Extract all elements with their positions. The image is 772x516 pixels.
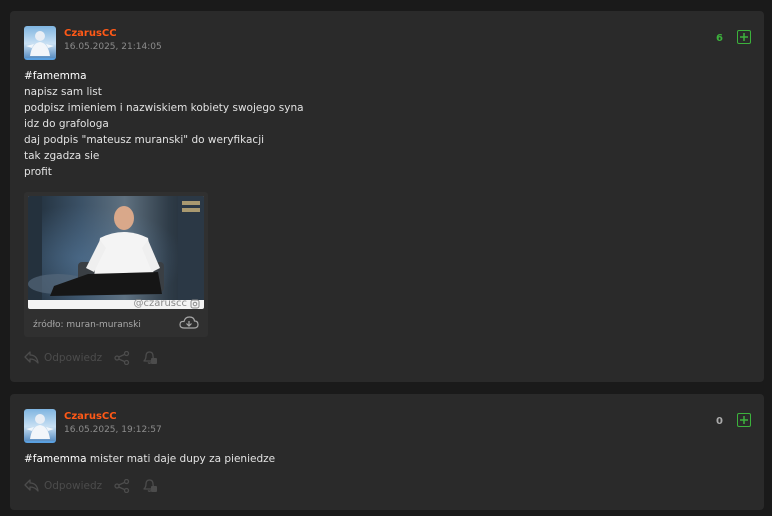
share-icon (114, 478, 130, 493)
embed-image[interactable]: @czaruscc (28, 196, 204, 309)
entry-actions: Odpowiedz (24, 478, 170, 493)
reply-icon (24, 479, 39, 492)
avatar[interactable] (24, 409, 56, 443)
corner-logo (182, 201, 200, 212)
avatar[interactable] (24, 26, 56, 60)
notification-bell-icon (143, 351, 158, 364)
reply-label: Odpowiedz (44, 479, 103, 492)
reply-label: Odpowiedz (44, 351, 103, 364)
embed-card: @czaruscc źródło: muran-muranski (24, 192, 208, 337)
upvote-button[interactable] (737, 30, 751, 44)
download-icon[interactable] (179, 316, 199, 330)
reply-button[interactable]: Odpowiedz (24, 351, 102, 364)
share-button[interactable] (114, 478, 130, 493)
entry-card: CzarusCC 16.05.2025, 21:14:05 6 #famemma… (10, 11, 764, 382)
entry-card: CzarusCC 16.05.2025, 19:12:57 0 #famemma… (10, 394, 764, 510)
upvote-button[interactable] (737, 413, 751, 427)
vote-count: 6 (716, 33, 723, 44)
entry-date: 16.05.2025, 19:12:57 (64, 425, 162, 435)
plus-icon (740, 416, 748, 424)
entry-body: #famemma napisz sam list podpisz imienie… (24, 68, 304, 180)
reply-icon (24, 351, 39, 364)
notification-bell-icon (143, 479, 158, 492)
notification-button[interactable] (142, 350, 158, 365)
entry-body: #famemma mister mati daje dupy za pienie… (24, 451, 275, 467)
hashtag-link[interactable]: #famemma (24, 70, 87, 82)
author-name[interactable]: CzarusCC (64, 28, 117, 39)
share-button[interactable] (114, 350, 130, 365)
entry-date: 16.05.2025, 21:14:05 (64, 42, 162, 52)
notification-button[interactable] (142, 478, 158, 493)
media-source[interactable]: źródło: muran-muranski (33, 320, 141, 330)
reply-button[interactable]: Odpowiedz (24, 479, 102, 492)
hashtag-link[interactable]: #famemma (24, 453, 87, 465)
vote-count: 0 (716, 416, 723, 427)
image-watermark: @czaruscc (133, 298, 200, 309)
plus-icon (740, 33, 748, 41)
entry-actions: Odpowiedz (24, 350, 170, 365)
entry-text: mister mati daje dupy za pieniedze (86, 453, 276, 465)
entry-text: napisz sam list podpisz imieniem i nazwi… (24, 86, 304, 178)
author-name[interactable]: CzarusCC (64, 411, 117, 422)
share-icon (114, 350, 130, 365)
